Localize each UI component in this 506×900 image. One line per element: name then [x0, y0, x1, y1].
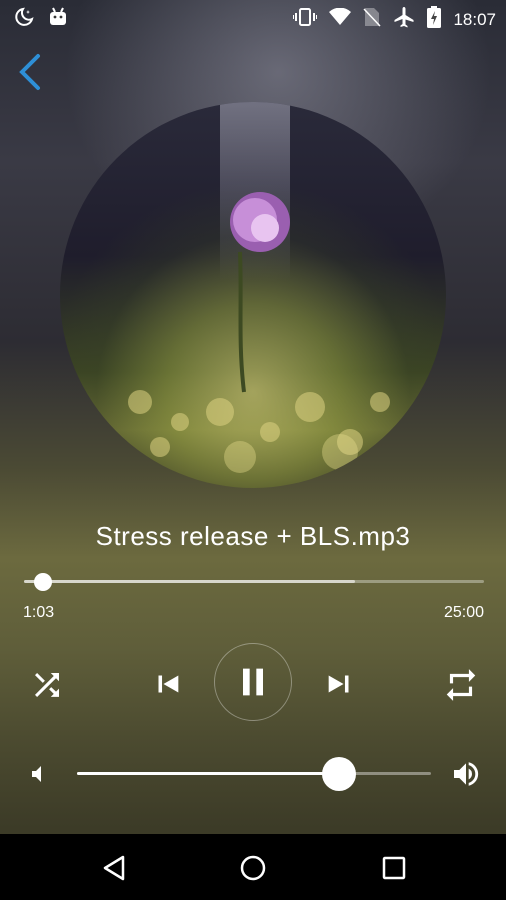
- system-back-button[interactable]: [94, 848, 134, 888]
- back-button[interactable]: [14, 50, 50, 94]
- home-circle-icon: [240, 855, 266, 881]
- previous-button[interactable]: [145, 662, 189, 706]
- no-sim-icon: [363, 7, 381, 32]
- chevron-left-icon: [19, 54, 40, 90]
- volume-up-button[interactable]: [448, 758, 484, 790]
- repeat-icon: [446, 669, 476, 701]
- flower-image: [128, 192, 390, 473]
- android-icon: [48, 7, 68, 32]
- elapsed-time: 1:03: [23, 604, 55, 621]
- system-recents-button[interactable]: [374, 848, 414, 888]
- pause-icon: [243, 668, 263, 696]
- airplane-icon: [393, 6, 415, 33]
- night-mode-icon: [14, 7, 34, 32]
- next-button[interactable]: [318, 662, 362, 706]
- shuffle-button[interactable]: [24, 662, 70, 708]
- seek-buffered: [24, 580, 356, 583]
- volume-fill: [77, 772, 339, 775]
- volume-thumb[interactable]: [321, 756, 356, 791]
- seek-thumb[interactable]: [34, 572, 53, 591]
- play-pause-button[interactable]: [214, 643, 292, 721]
- volume-down-button[interactable]: [26, 760, 54, 788]
- skip-previous-icon: [158, 675, 179, 693]
- recents-square-icon: [382, 856, 406, 880]
- volume-high-icon: [454, 762, 479, 786]
- battery-icon: [427, 6, 442, 33]
- back-triangle-icon: [103, 855, 125, 881]
- wifi-icon: [329, 7, 352, 31]
- repeat-button[interactable]: [437, 662, 485, 708]
- vibrate-icon: [292, 7, 319, 32]
- track-title: Stress release + BLS.mp3: [95, 521, 411, 551]
- system-nav-bar: [0, 834, 506, 900]
- volume-slider[interactable]: [77, 756, 431, 791]
- volume-low-icon: [32, 766, 41, 782]
- status-time: 18:07: [453, 9, 496, 29]
- system-home-button[interactable]: [233, 848, 273, 888]
- shuffle-icon: [35, 673, 59, 697]
- album-art: [60, 102, 446, 488]
- skip-next-icon: [328, 675, 349, 693]
- total-duration: 25:00: [443, 604, 484, 621]
- status-bar: 18:07: [0, 0, 506, 36]
- seek-bar[interactable]: [24, 572, 484, 591]
